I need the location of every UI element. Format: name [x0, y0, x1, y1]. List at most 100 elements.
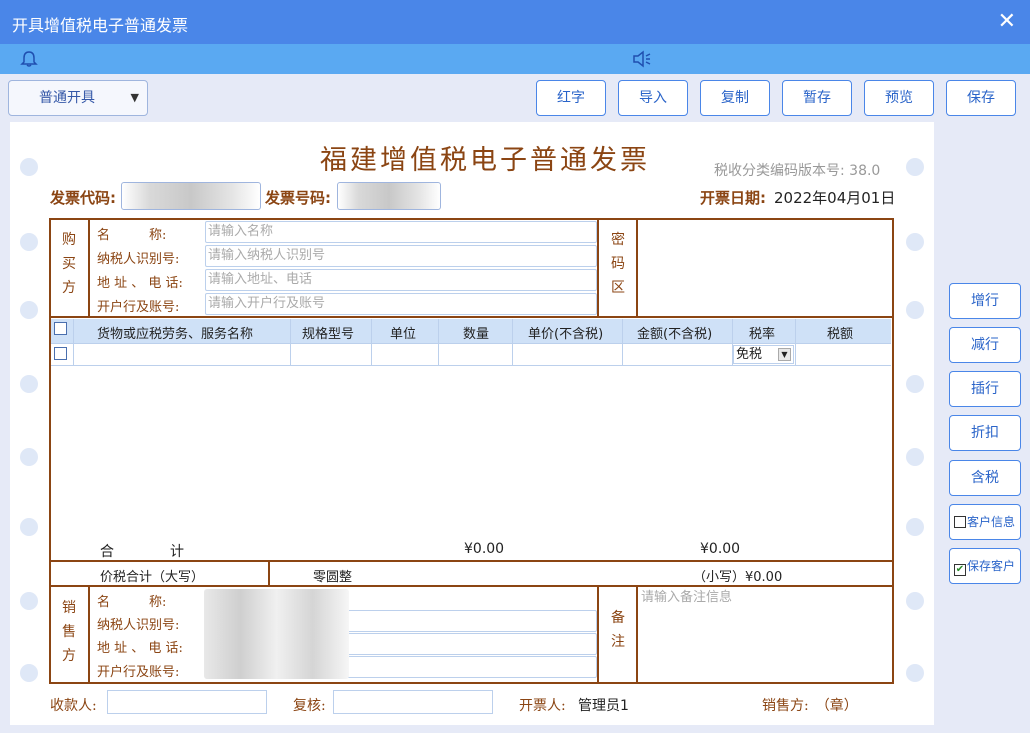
- divider: [88, 218, 90, 318]
- col-amount: 金额(不含税): [637, 327, 713, 342]
- total-small-value: （小写）¥0.00: [693, 570, 783, 585]
- buyer-name-input[interactable]: 请输入名称: [205, 221, 597, 243]
- chevron-down-icon: ▼: [130, 91, 139, 104]
- col-divider: [73, 319, 74, 365]
- redacted-seller-info: [204, 589, 349, 679]
- binding-hole: [20, 592, 38, 610]
- buyer-name-label: 名 称:: [97, 228, 167, 243]
- preview-button[interactable]: 预览: [864, 80, 934, 116]
- col-quantity: 数量: [463, 327, 490, 342]
- binding-hole: [906, 592, 924, 610]
- binding-hole: [20, 375, 38, 393]
- drawer-label: 开票人:: [519, 698, 566, 714]
- mode-select-value: 普通开具: [39, 90, 95, 106]
- divider: [636, 585, 638, 684]
- password-area-label: 密码区: [611, 232, 625, 296]
- binding-hole: [906, 233, 924, 251]
- row-divider: [51, 343, 891, 344]
- binding-hole: [906, 448, 924, 466]
- remark-input[interactable]: 请输入备注信息: [639, 588, 891, 608]
- import-button[interactable]: 导入: [618, 80, 688, 116]
- total-tax: ¥0.00: [700, 541, 741, 557]
- binding-hole: [20, 301, 38, 319]
- customer-info-checkbox[interactable]: 客户信息: [949, 504, 1021, 540]
- reviewer-input[interactable]: [333, 690, 493, 714]
- col-tax-amount: 税额: [827, 327, 854, 342]
- save-button[interactable]: 保存: [946, 80, 1016, 116]
- divider: [597, 218, 599, 318]
- customer-info-label: 客户信息: [967, 515, 1016, 529]
- binding-hole: [906, 301, 924, 319]
- invoice-date-label: 开票日期:: [700, 189, 766, 207]
- insert-row-button[interactable]: 插行: [949, 371, 1021, 407]
- buyer-taxid-label: 纳税人识别号:: [97, 252, 180, 267]
- mode-select[interactable]: 普通开具 ▼: [8, 80, 148, 116]
- save-customer-checkbox[interactable]: ✔ 保存客户: [949, 548, 1021, 584]
- total-label: 合 计: [100, 544, 184, 560]
- invoice-date: 2022年04月01日: [774, 189, 896, 207]
- tax-code-version: 税收分类编码版本号: 38.0: [714, 163, 881, 179]
- col-goods-name: 货物或应税劳务、服务名称: [97, 327, 254, 342]
- invoice-code-input[interactable]: [121, 182, 261, 210]
- col-divider: [512, 319, 513, 365]
- seller-address-label: 地 址 、 电 话:: [97, 641, 183, 656]
- total-amount: ¥0.00: [464, 541, 505, 557]
- seller-bank-label: 开户行及账号:: [97, 665, 180, 680]
- chevron-down-icon: ▼: [778, 348, 791, 361]
- binding-hole: [20, 664, 38, 682]
- copy-button[interactable]: 复制: [700, 80, 770, 116]
- col-divider: [290, 319, 291, 365]
- add-row-button[interactable]: 增行: [949, 283, 1021, 319]
- buyer-bank-input[interactable]: 请输入开户行及账号: [205, 293, 597, 315]
- binding-hole: [20, 448, 38, 466]
- binding-hole: [906, 518, 924, 536]
- tax-inclusive-button[interactable]: 含税: [949, 460, 1021, 496]
- row-divider: [51, 365, 891, 366]
- buyer-address-input[interactable]: 请输入地址、电话: [205, 269, 597, 291]
- col-spec: 规格型号: [302, 327, 355, 342]
- buyer-bank-label: 开户行及账号:: [97, 300, 180, 315]
- seller-section-label: 销售方: [62, 600, 76, 664]
- tax-rate-select[interactable]: 免税 ▼: [733, 345, 794, 364]
- binding-hole: [20, 233, 38, 251]
- save-customer-label: 保存客户: [967, 559, 1016, 573]
- payee-input[interactable]: [107, 690, 267, 714]
- check-icon: ✔: [954, 564, 966, 576]
- col-unit-price: 单价(不含税): [528, 327, 604, 342]
- invoice-code-label: 发票代码:: [50, 189, 116, 207]
- red-invoice-button[interactable]: 红字: [536, 80, 606, 116]
- total-capital-label: 价税合计（大写）: [100, 570, 205, 585]
- remark-label: 备注: [611, 610, 625, 650]
- tax-rate-value: 免税: [736, 347, 763, 362]
- binding-hole: [20, 158, 38, 176]
- invoice-number-input[interactable]: [337, 182, 441, 210]
- window-titlebar: 开具增值税电子普通发票 ✕: [0, 0, 1030, 44]
- delete-row-button[interactable]: 减行: [949, 327, 1021, 363]
- col-divider: [795, 319, 796, 365]
- drawer-value: 管理员1: [578, 698, 629, 714]
- window-title: 开具增值税电子普通发票: [12, 16, 189, 35]
- binding-hole: [906, 375, 924, 393]
- buyer-address-label: 地 址 、 电 话:: [97, 276, 183, 291]
- invoice-number-label: 发票号码:: [265, 189, 331, 207]
- total-capital-value: 零圆整: [313, 570, 353, 585]
- buyer-section-label: 购买方: [62, 232, 76, 296]
- binding-hole: [906, 664, 924, 682]
- bell-icon[interactable]: [20, 50, 38, 68]
- reviewer-label: 复核:: [293, 698, 326, 714]
- row-checkbox[interactable]: [54, 347, 67, 360]
- col-divider: [622, 319, 623, 365]
- speaker-icon[interactable]: [632, 50, 652, 68]
- seller-taxid-label: 纳税人识别号:: [97, 618, 180, 633]
- payee-label: 收款人:: [50, 698, 97, 714]
- col-divider: [438, 319, 439, 365]
- col-tax-rate: 税率: [749, 327, 776, 342]
- discount-button[interactable]: 折扣: [949, 415, 1021, 451]
- select-all-checkbox[interactable]: [54, 322, 67, 335]
- temp-save-button[interactable]: 暂存: [782, 80, 852, 116]
- divider: [268, 560, 270, 587]
- buyer-taxid-input[interactable]: 请输入纳税人识别号: [205, 245, 597, 267]
- binding-hole: [906, 158, 924, 176]
- seller-seal: 销售方: （章）: [762, 698, 858, 714]
- close-icon[interactable]: ✕: [998, 9, 1016, 34]
